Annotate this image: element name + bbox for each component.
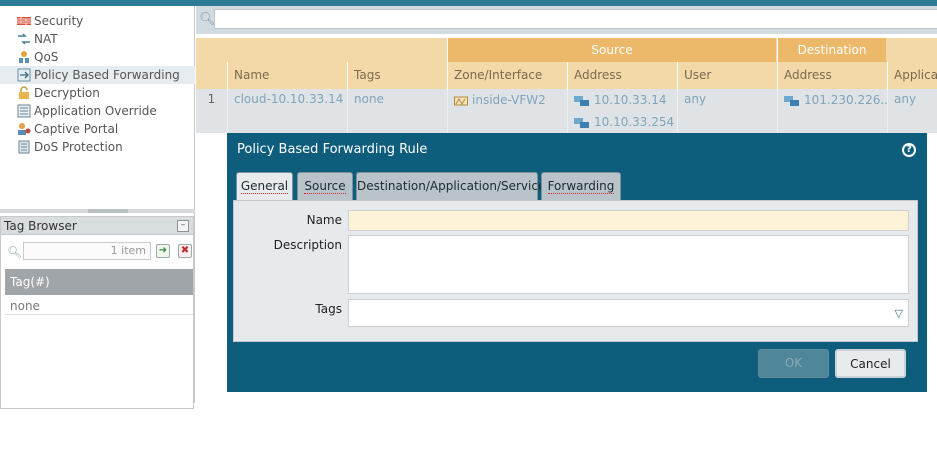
rule-application: any <box>887 89 937 133</box>
dos-protection-icon <box>18 140 30 154</box>
apply-filter-button[interactable]: ➜ <box>156 244 170 258</box>
tab-source[interactable]: Source <box>297 172 353 200</box>
captive-portal-icon <box>18 123 31 135</box>
sidebar-item-label: Application Override <box>34 104 157 118</box>
network-address-icon <box>574 95 589 106</box>
sidebar-item-label: Decryption <box>34 86 100 100</box>
rule-destination-address[interactable]: 101.230.226.... <box>804 93 887 107</box>
row-index: 1 <box>207 92 216 106</box>
rule-tags: none <box>347 89 447 133</box>
tab-label: General <box>240 179 289 194</box>
sidebar-item-nat[interactable]: NAT <box>0 30 195 48</box>
tags-label: Tags <box>315 302 342 316</box>
tag-search: 🔍︎ 1 item ➜ ✖ <box>5 242 195 262</box>
nat-icon <box>18 33 30 45</box>
column-header-destination-address[interactable]: Address <box>777 62 887 89</box>
firewall-icon <box>17 17 31 25</box>
tab-label: Destination/Application/Service <box>357 179 546 193</box>
rule-source-address[interactable]: 10.10.33.254 <box>594 115 674 129</box>
rule-destination-address-cell: 101.230.226.... <box>777 89 887 133</box>
zone-icon <box>454 96 468 105</box>
sidebar-item-captive-portal[interactable]: Captive Portal <box>0 120 195 138</box>
tab-label: Source <box>304 179 346 194</box>
rule-source-address-cell: 10.10.33.14 10.10.33.254 <box>567 89 677 133</box>
column-header-application[interactable]: Applicati <box>887 62 937 89</box>
help-icon[interactable]: ? <box>902 143 916 157</box>
filter-input[interactable] <box>214 9 937 29</box>
sidebar-item-label: Policy Based Forwarding <box>34 68 180 82</box>
rule-source-address[interactable]: 10.10.33.14 <box>594 93 667 107</box>
column-header-user[interactable]: User <box>677 62 777 89</box>
filter-bar: 🔍︎ <box>196 6 937 34</box>
sidebar-item-security[interactable]: Security <box>0 12 195 30</box>
column-header-address[interactable]: Address <box>567 62 677 89</box>
sidebar-item-label: NAT <box>34 32 58 46</box>
network-address-icon <box>784 95 799 106</box>
search-icon: 🔍︎ <box>7 245 23 259</box>
description-field[interactable] <box>348 235 909 294</box>
rule-user: any <box>677 89 777 133</box>
table-group-header-row: Source Destination <box>196 38 937 62</box>
tab-forwarding[interactable]: Forwarding <box>541 172 621 200</box>
name-label: Name <box>306 213 342 227</box>
tag-column-header[interactable]: Tag(#) <box>5 269 193 295</box>
tab-label: Forwarding <box>547 179 615 194</box>
tag-browser-header: Tag Browser – <box>1 217 193 235</box>
sidebar-item-decryption[interactable]: Decryption <box>0 84 195 102</box>
pane-splitter[interactable] <box>0 209 195 213</box>
tab-general[interactable]: General <box>236 172 293 201</box>
general-panel: Name Description Tags ▽ <box>233 200 918 342</box>
sidebar-item-label: Security <box>34 14 84 28</box>
pbf-rule-dialog: Policy Based Forwarding Rule ? General S… <box>227 133 927 392</box>
dialog-title: Policy Based Forwarding Rule <box>237 142 428 157</box>
rules-table: Source Destination Name Tags Zone/Interf… <box>196 38 937 133</box>
sidebar-item-application-override[interactable]: Application Override <box>0 102 195 120</box>
sidebar-item-policy-based-forwarding[interactable]: Policy Based Forwarding <box>0 66 195 84</box>
sidebar-item-label: Captive Portal <box>34 122 119 136</box>
table-header-row: Name Tags Zone/Interface Address User Ad… <box>196 62 937 89</box>
cancel-button[interactable]: Cancel <box>835 349 906 378</box>
name-field[interactable] <box>348 210 909 231</box>
column-header-zone[interactable]: Zone/Interface <box>447 62 567 89</box>
group-header-destination: Destination <box>777 38 886 62</box>
sidebar-item-qos[interactable]: QoS <box>0 48 195 66</box>
table-row[interactable]: 1 cloud-10.10.33.14 none inside-VFW2 10.… <box>196 89 937 133</box>
policy-nav: Security NAT QoS Policy Based Forwarding… <box>0 12 195 156</box>
sidebar-item-label: QoS <box>34 50 59 64</box>
network-address-icon <box>574 117 589 128</box>
pbf-icon <box>17 68 31 82</box>
tag-browser: Tag Browser – 🔍︎ 1 item ➜ ✖ Tag(#) none <box>0 216 194 409</box>
rule-zone-cell: inside-VFW2 <box>447 89 567 133</box>
rule-zone[interactable]: inside-VFW2 <box>472 93 546 107</box>
app-override-icon <box>17 104 31 118</box>
minimize-button[interactable]: – <box>177 220 189 232</box>
tags-field[interactable]: ▽ <box>348 299 909 327</box>
splitter-grip[interactable] <box>88 209 128 213</box>
tag-browser-title: Tag Browser <box>4 219 77 233</box>
rule-name-link[interactable]: cloud-10.10.33.14 <box>227 89 347 133</box>
qos-icon <box>19 51 29 63</box>
clear-filter-button[interactable]: ✖ <box>178 244 192 258</box>
description-label: Description <box>273 238 342 252</box>
column-header-tags[interactable]: Tags <box>347 62 447 89</box>
lock-icon <box>19 86 29 99</box>
tab-destination-application-service[interactable]: Destination/Application/Service <box>356 172 545 200</box>
tag-row[interactable]: none <box>5 297 193 315</box>
sidebar-item-dos-protection[interactable]: DoS Protection <box>0 138 195 156</box>
sidebar-item-label: DoS Protection <box>34 140 123 154</box>
chevron-down-icon[interactable]: ▽ <box>895 307 903 320</box>
tag-search-input[interactable]: 1 item <box>23 242 151 260</box>
group-header-source: Source <box>447 38 776 62</box>
column-header-name[interactable]: Name <box>227 62 347 89</box>
left-pane: Security NAT QoS Policy Based Forwarding… <box>0 6 195 409</box>
ok-button[interactable]: OK <box>758 349 829 378</box>
